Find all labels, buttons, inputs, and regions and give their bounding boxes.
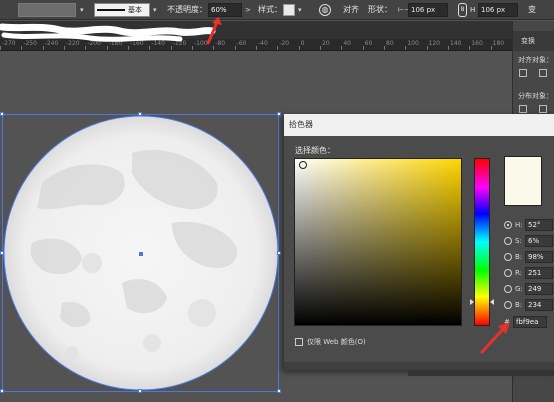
green-radio[interactable] [504,285,512,293]
ruler-tick [256,46,257,50]
annotation-arrow [480,322,510,354]
ruler-tick [405,46,407,50]
distribute-top-icon[interactable] [519,105,527,113]
field-label: R: [515,269,523,277]
ruler-tick-label: 100 [407,40,419,47]
resize-handle[interactable] [138,112,142,116]
ruler-tick-label: 0 [300,40,305,47]
ruler-tick-label: 80 [386,40,394,47]
blue-radio[interactable] [504,301,512,309]
red-radio[interactable] [504,269,512,277]
tab-transform[interactable]: 变换 [513,31,554,51]
ruler-tick-label: 180 [492,40,505,47]
ruler-tick-label: 140 [450,40,462,47]
stroke-profile-label: 基本 [128,6,142,14]
redaction-scribble [0,17,222,45]
hue-radio[interactable] [504,221,512,229]
dialog-title[interactable]: 拾色器 [284,114,554,136]
ruler-tick [490,46,492,50]
color-marker[interactable] [299,161,307,169]
field-label: B: [515,301,523,309]
hue-slider-handle[interactable] [470,299,474,305]
ruler-tick [298,46,300,50]
fill-swatch[interactable] [18,3,76,17]
height-field[interactable]: 106 px [478,3,518,17]
chevron-down-icon[interactable]: ▾ [80,3,84,17]
hex-input[interactable]: fbf9ea [513,316,547,328]
ruler-tick-label: -20 [279,40,290,47]
brightness-input[interactable]: 98% [525,251,553,263]
recolor-icon[interactable]: ◍ [319,4,331,16]
hue-input[interactable]: 52° [525,219,553,231]
opacity-field[interactable]: 60% [208,3,242,17]
height-icon: H [470,6,476,14]
ruler-tick-label: 120 [428,40,441,47]
ruler-tick [362,46,364,50]
resize-handle[interactable] [0,389,4,393]
hue-slider-handle[interactable] [490,299,494,305]
saturation-radio[interactable] [504,237,512,245]
distribute-objects-label: 分布对象： [518,92,553,100]
ruler-tick [384,46,385,50]
ruler-tick [448,46,449,50]
ruler-tick-label: 40 [343,40,351,47]
distribute-center-icon[interactable] [539,105,547,113]
resize-handle[interactable] [0,112,4,116]
width-field[interactable]: 106 px [408,3,448,17]
field-label: B: [515,253,523,261]
red-input[interactable]: 251 [525,267,553,279]
saturation-input[interactable]: 6% [525,235,553,247]
style-swatch[interactable] [283,4,295,16]
transform-button[interactable]: 变 [528,3,536,17]
resize-handle[interactable] [277,112,281,116]
style-label: 样式： [258,5,282,14]
ruler-tick-label: 60 [364,40,373,47]
chevron-down-icon[interactable]: ▾ [298,3,302,17]
stroke-line-icon [97,9,125,11]
chevron-down-icon[interactable]: ▾ [153,3,157,17]
dialog-footer [284,362,554,370]
brightness-radio[interactable] [504,253,512,261]
ruler-tick [277,46,279,50]
opacity-chevron[interactable]: > [245,3,251,17]
horizontal-scrollbar[interactable] [408,370,554,376]
field-label: S: [515,237,522,245]
ruler-tick [234,46,236,50]
ruler-tick [469,46,471,50]
web-colors-checkbox[interactable] [295,338,303,346]
resize-handle[interactable] [277,389,281,393]
ruler-tick [320,46,321,50]
ruler-tick-label: 160 [471,40,483,47]
hue-slider[interactable] [474,158,490,326]
blue-input[interactable]: 234 [525,299,553,311]
align-center-icon[interactable] [539,69,547,77]
opacity-label: 不透明度： [167,5,207,14]
field-label: G: [515,285,523,293]
align-button[interactable]: 对齐 [343,3,359,17]
ruler-tick [426,46,428,50]
link-proportions-icon[interactable]: 8 [458,3,467,17]
field-label: H: [515,221,523,229]
ruler-tick-label: -40 [258,40,268,47]
illustrator-window: ▾ 基本 ▾ 不透明度： 60% > 样式： ▾ ◍ 对齐 形状： ⊢⊣ 106… [0,0,554,402]
ruler-tick-label: 20 [322,40,330,47]
web-colors-label: 仅限 Web 颜色(O) [307,338,366,346]
align-objects-label: 对齐对象： [518,56,553,64]
resize-handle[interactable] [277,251,281,255]
align-left-icon[interactable] [519,69,527,77]
saturation-brightness-field[interactable] [294,158,462,326]
shape-label[interactable]: 形状： [368,3,392,17]
select-color-label: 选择颜色： [295,146,335,155]
color-picker-dialog: 拾色器 选择颜色： H: 52° S: 6% B: 98% R: 251 G: … [284,114,554,370]
color-preview-swatch [504,156,542,206]
green-input[interactable]: 249 [525,283,553,295]
resize-handle[interactable] [0,251,4,255]
resize-handle[interactable] [138,389,142,393]
ruler-tick-label: -60 [236,40,247,47]
center-point [139,252,143,256]
ruler-tick [341,46,343,50]
stroke-profile-select[interactable]: 基本 [94,3,150,17]
